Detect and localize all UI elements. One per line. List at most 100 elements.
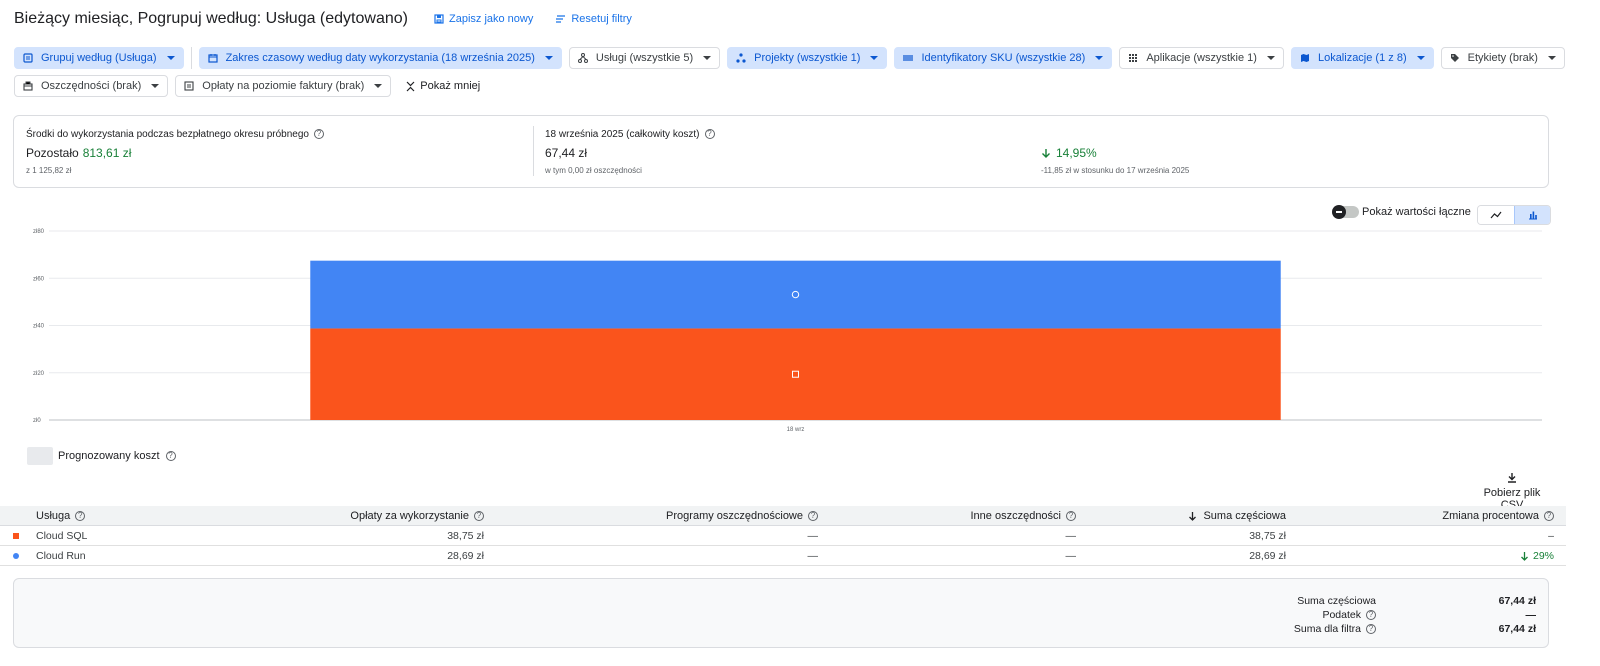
help-icon[interactable]: ? bbox=[704, 129, 715, 139]
forecast-label: Prognozowany koszt bbox=[58, 450, 160, 462]
collapse-icon bbox=[406, 81, 415, 91]
cell-change: – bbox=[1548, 530, 1554, 542]
save-as-new-button[interactable]: Zapisz jako nowy bbox=[434, 13, 533, 25]
reset-filters-button[interactable]: Resetuj filtry bbox=[555, 13, 632, 25]
col-service[interactable]: Usługa? bbox=[36, 506, 86, 526]
filter-apps-label: Aplikacje (wszystkie 1) bbox=[1146, 52, 1257, 64]
bar-cloud-run[interactable] bbox=[310, 260, 1281, 329]
savings-icon bbox=[23, 81, 33, 91]
cell-usage: 38,75 zł bbox=[447, 530, 484, 542]
cumulative-label: Pokaż wartości łączne bbox=[1362, 206, 1471, 218]
clear-filter-icon bbox=[556, 15, 566, 23]
bar-cloud-sql[interactable] bbox=[310, 328, 1281, 420]
help-icon[interactable]: ? bbox=[1366, 624, 1376, 634]
filter-divider bbox=[190, 47, 192, 69]
subtotal-row: Suma częściowa 67,44 zł bbox=[14, 594, 1536, 608]
filter-labels[interactable]: Etykiety (brak) bbox=[1440, 47, 1565, 69]
help-icon[interactable]: ? bbox=[1544, 511, 1554, 521]
toggle-switch[interactable] bbox=[1332, 205, 1359, 219]
chart-legend: Prognozowany koszt ? bbox=[27, 447, 176, 465]
filter-invoice-charges-label: Opłaty na poziomie faktury (brak) bbox=[202, 80, 365, 92]
table-row[interactable]: Cloud SQL 38,75 zł — — 38,75 zł – bbox=[0, 526, 1566, 546]
filter-row-1: Grupuj według (Usługa) Zakres czasowy we… bbox=[14, 47, 1565, 69]
list-icon bbox=[23, 53, 33, 63]
tax-value: — bbox=[1525, 609, 1537, 621]
credits-title: Środki do wykorzystania podczas bezpłatn… bbox=[26, 128, 309, 140]
apps-grid-icon bbox=[1128, 53, 1138, 63]
cell-service[interactable]: Cloud SQL bbox=[36, 526, 87, 546]
filter-total-row: Suma dla filtra? 67,44 zł bbox=[14, 622, 1536, 636]
filter-labels-label: Etykiety (brak) bbox=[1467, 52, 1538, 64]
calendar-icon bbox=[207, 53, 218, 63]
y-tick-label: zł40 bbox=[33, 324, 45, 330]
sort-desc-icon bbox=[1188, 511, 1197, 521]
filter-invoice-charges[interactable]: Opłaty na poziomie faktury (brak) bbox=[175, 75, 392, 97]
help-icon[interactable]: ? bbox=[1366, 610, 1376, 620]
cost-savings: w tym 0,00 zł oszczędności bbox=[545, 166, 642, 175]
tax-row: Podatek? — bbox=[14, 608, 1536, 622]
help-icon[interactable]: ? bbox=[474, 511, 484, 521]
help-icon[interactable]: ? bbox=[1066, 511, 1076, 521]
filter-apps[interactable]: Aplikacje (wszystkie 1) bbox=[1119, 47, 1284, 69]
cell-service[interactable]: Cloud Run bbox=[36, 546, 86, 566]
filter-savings-label: Oszczędności (brak) bbox=[41, 80, 142, 92]
x-tick-label: 18 wrz bbox=[787, 427, 805, 433]
reset-filters-label: Resetuj filtry bbox=[571, 13, 632, 25]
arrow-down-icon bbox=[1521, 552, 1528, 561]
change-summary: . 14,95% -11,85 zł w stosunku do 17 wrze… bbox=[1041, 127, 1189, 175]
col-subtotal[interactable]: Suma częściowa bbox=[1188, 506, 1286, 526]
filter-locations-label: Lokalizacje (1 z 8) bbox=[1317, 52, 1407, 64]
subtotal-value: 67,44 zł bbox=[1498, 595, 1536, 607]
filter-services-label: Usługi (wszystkie 5) bbox=[595, 52, 694, 64]
cost-title: 18 września 2025 (całkowity koszt) bbox=[545, 128, 700, 140]
y-tick-label: zł80 bbox=[33, 229, 45, 235]
change-value: 14,95% bbox=[1056, 146, 1097, 160]
summary-divider bbox=[533, 126, 534, 176]
totals-card: Suma częściowa 67,44 zł Podatek? — Suma … bbox=[13, 578, 1549, 648]
page-header: Bieżący miesiąc, Pogrupuj według: Usługa… bbox=[14, 8, 632, 30]
cell-programs: — bbox=[807, 550, 819, 562]
cumulative-toggle[interactable]: Pokaż wartości łączne bbox=[1332, 205, 1471, 219]
col-other[interactable]: Inne oszczędności? bbox=[971, 506, 1076, 526]
col-change[interactable]: Zmiana procentowa? bbox=[1442, 506, 1554, 526]
y-tick-label: zł0 bbox=[33, 418, 41, 424]
help-icon[interactable]: ? bbox=[313, 129, 324, 139]
save-icon bbox=[434, 14, 444, 24]
cell-programs: — bbox=[807, 530, 819, 542]
label-icon bbox=[1450, 53, 1460, 63]
filter-locations[interactable]: Lokalizacje (1 z 8) bbox=[1290, 47, 1434, 69]
filter-group-by[interactable]: Grupuj według (Usługa) bbox=[14, 47, 184, 69]
cell-subtotal: 28,69 zł bbox=[1249, 550, 1286, 562]
filter-savings[interactable]: Oszczędności (brak) bbox=[14, 75, 169, 97]
filter-services[interactable]: Usługi (wszystkie 5) bbox=[568, 47, 721, 69]
cell-other: — bbox=[1065, 530, 1077, 542]
show-less-button[interactable]: Pokaż mniej bbox=[406, 80, 480, 92]
col-programs[interactable]: Programy oszczędnościowe? bbox=[666, 506, 818, 526]
remaining-value: 813,61 zł bbox=[82, 146, 132, 160]
filter-projects[interactable]: Projekty (wszystkie 1) bbox=[727, 47, 888, 69]
show-less-label: Pokaż mniej bbox=[420, 80, 481, 92]
help-icon[interactable]: ? bbox=[808, 511, 818, 521]
cloud-run-color-dot bbox=[13, 553, 19, 559]
filter-date-range[interactable]: Zakres czasowy według daty wykorzystania… bbox=[198, 47, 562, 69]
cell-other: — bbox=[1065, 550, 1077, 562]
arrow-down-icon bbox=[1042, 148, 1050, 158]
col-usage[interactable]: Opłaty za wykorzystanie? bbox=[350, 506, 484, 526]
credits-total: z 1 125,82 zł bbox=[26, 166, 72, 175]
table-row[interactable]: Cloud Run 28,69 zł — — 28,69 zł 29% bbox=[0, 546, 1566, 566]
sku-icon bbox=[903, 53, 914, 63]
help-icon[interactable]: ? bbox=[165, 451, 176, 461]
remaining-label: Pozostało bbox=[26, 146, 79, 160]
tax-label: Podatek bbox=[1322, 609, 1361, 621]
page-title: Bieżący miesiąc, Pogrupuj według: Usługa… bbox=[14, 10, 408, 27]
help-icon[interactable]: ? bbox=[75, 511, 86, 521]
save-as-new-label: Zapisz jako nowy bbox=[448, 13, 534, 25]
forecast-swatch[interactable] bbox=[27, 447, 53, 465]
table-header-row: Usługa? Opłaty za wykorzystanie? Program… bbox=[0, 506, 1566, 526]
filter-sku[interactable]: Identyfikatory SKU (wszystkie 28) bbox=[894, 47, 1113, 69]
map-icon bbox=[1300, 53, 1310, 63]
services-table: Usługa? Opłaty za wykorzystanie? Program… bbox=[0, 506, 1566, 566]
cell-subtotal: 38,75 zł bbox=[1249, 530, 1286, 542]
tax-label-wrap: Podatek? bbox=[1322, 609, 1376, 621]
filter-total-label: Suma dla filtra bbox=[1293, 623, 1361, 635]
